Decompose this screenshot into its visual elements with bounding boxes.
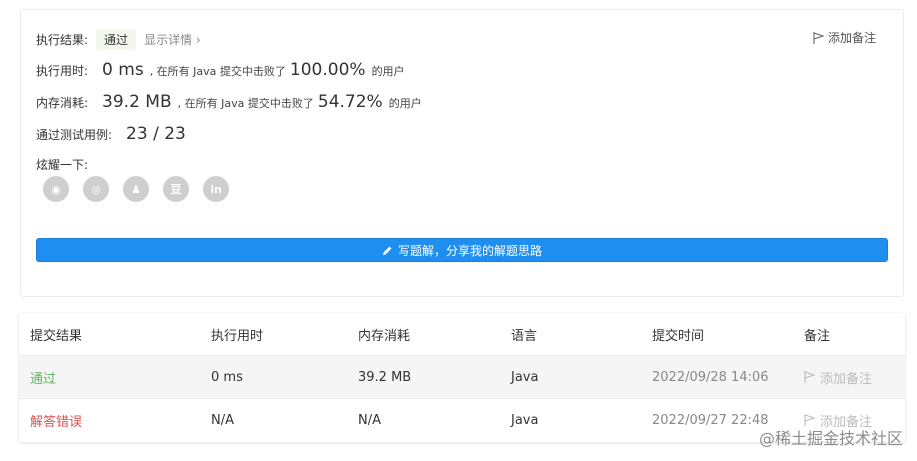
weibo-icon[interactable]: ◎	[83, 176, 109, 202]
table-row[interactable]: 通过 0 ms 39.2 MB Java 2022/09/28 14:06 添加…	[19, 355, 905, 398]
add-note-button[interactable]: 添加备注	[813, 29, 876, 46]
watermark: @稀土掘金技术社区	[758, 429, 903, 448]
row-result-link[interactable]: 通过	[30, 368, 56, 387]
row-memory: N/A	[358, 412, 381, 428]
header-submit-time: 提交时间	[652, 328, 705, 344]
header-memory: 内存消耗	[358, 328, 411, 344]
memory-value: 39.2 MB	[102, 92, 172, 112]
testcases-value: 23 / 23	[126, 124, 186, 144]
qq-icon[interactable]: ♟	[123, 176, 149, 202]
pencil-icon	[382, 246, 392, 255]
row-submit-time: 2022/09/28 14:06	[652, 369, 769, 385]
memory-row: 内存消耗: 39.2 MB , 在所有 Java 提交中击败了 54.72% 的…	[36, 92, 422, 112]
write-solution-label: 写题解，分享我的解题思路	[397, 243, 542, 258]
row-language: Java	[511, 369, 539, 385]
runtime-value: 0 ms	[102, 60, 144, 80]
row-add-note-button[interactable]: 添加备注	[804, 368, 872, 387]
submissions-table: 提交结果 执行用时 内存消耗 语言 提交时间 备注 通过 0 ms 39.2 M…	[19, 313, 905, 442]
runtime-label: 执行用时:	[36, 64, 89, 78]
row-memory: 39.2 MB	[358, 369, 412, 385]
row-result-link[interactable]: 解答错误	[30, 411, 82, 430]
status-badge: 通过	[96, 29, 137, 50]
add-note-label: 添加备注	[827, 31, 876, 45]
header-result: 提交结果	[30, 328, 83, 344]
linkedin-icon[interactable]: in	[203, 176, 229, 202]
runtime-beat-text: , 在所有 Java 提交中击败了	[149, 65, 286, 78]
memory-beat-text: , 在所有 Java 提交中击败了	[177, 97, 314, 110]
status-row: 执行结果: 通过 显示详情 ›	[36, 29, 201, 50]
share-label: 炫耀一下:	[36, 158, 89, 172]
header-runtime: 执行用时	[211, 328, 264, 344]
submission-result-card: 执行结果: 通过 显示详情 › 添加备注 执行用时: 0 ms , 在所有 Ja…	[20, 9, 904, 297]
row-runtime: N/A	[211, 412, 234, 428]
share-buttons: ◉ ◎ ♟ 豆 in	[43, 176, 229, 202]
testcases-row: 通过测试用例: 23 / 23	[36, 124, 192, 144]
show-details-link[interactable]: 显示详情 ›	[144, 31, 201, 48]
header-language: 语言	[511, 328, 538, 344]
memory-suffix: 的用户	[388, 97, 422, 110]
wechat-icon[interactable]: ◉	[43, 176, 69, 202]
share-row-label: 炫耀一下:	[36, 156, 88, 173]
runtime-row: 执行用时: 0 ms , 在所有 Java 提交中击败了 100.00% 的用户	[36, 60, 405, 80]
memory-percentile: 54.72%	[317, 92, 383, 112]
runtime-suffix: 的用户	[371, 65, 405, 78]
header-note: 备注	[804, 328, 831, 344]
flag-icon	[804, 371, 815, 383]
row-add-note-label: 添加备注	[820, 371, 873, 387]
runtime-percentile: 100.00%	[289, 60, 366, 80]
row-runtime: 0 ms	[211, 369, 243, 385]
memory-label: 内存消耗:	[36, 96, 89, 110]
douban-icon[interactable]: 豆	[163, 176, 189, 202]
row-language: Java	[511, 412, 539, 428]
row-submit-time: 2022/09/27 22:48	[652, 412, 769, 428]
table-header: 提交结果 执行用时 内存消耗 语言 提交时间 备注	[19, 313, 905, 355]
testcases-label: 通过测试用例:	[36, 128, 113, 142]
status-label: 执行结果:	[36, 33, 89, 47]
write-solution-button[interactable]: 写题解，分享我的解题思路	[36, 238, 888, 262]
flag-icon	[813, 31, 824, 44]
